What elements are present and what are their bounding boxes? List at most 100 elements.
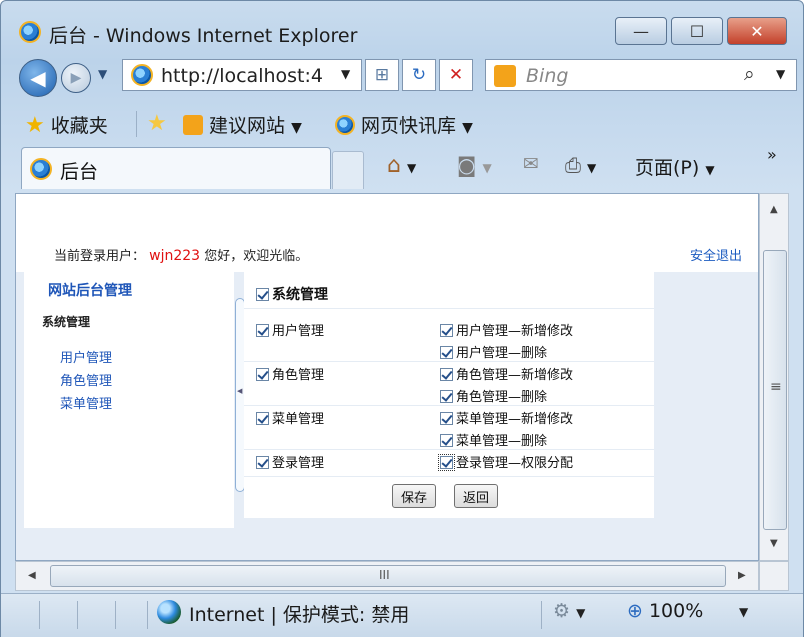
web-slice-label: 网页快讯库 <box>361 115 457 137</box>
search-options-dropdown[interactable]: ▼ <box>776 67 785 81</box>
permission-label-login-assign: 登录管理—权限分配 <box>456 456 574 471</box>
favorites-label: 收藏夹 <box>50 115 108 137</box>
window-title: 后台 - Windows Internet Explorer <box>49 25 358 47</box>
checkbox-role-management[interactable] <box>256 368 269 381</box>
close-button[interactable]: ✕ <box>727 17 787 45</box>
status-divider <box>77 601 78 629</box>
permission-login-assign[interactable]: 登录管理—权限分配 <box>438 452 574 471</box>
permission-group-login[interactable]: 登录管理 <box>256 452 324 471</box>
checkbox-root[interactable] <box>256 288 269 301</box>
row-divider <box>244 449 654 450</box>
scroll-right-icon[interactable]: ▶ <box>738 570 746 581</box>
address-dropdown-icon[interactable]: ▼ <box>341 67 350 81</box>
security-zone-status[interactable]: Internet | 保护模式: 禁用 <box>189 600 409 627</box>
rss-feed-icon: ◙ <box>457 153 477 177</box>
browser-window: 后台 - Windows Internet Explorer — ☐ ✕ ◀ ▶… <box>0 0 804 637</box>
checkbox-role-delete[interactable] <box>440 390 453 403</box>
checkbox-user-delete[interactable] <box>440 346 453 359</box>
back-button[interactable]: ◀ <box>19 59 57 97</box>
status-divider <box>115 601 116 629</box>
page-menu-button[interactable]: 页面(P) ▼ <box>635 153 715 180</box>
feeds-button[interactable]: ◙ ▼ <box>457 153 492 177</box>
group-label-user: 用户管理 <box>272 324 325 339</box>
search-input[interactable]: Bing <box>526 65 568 87</box>
recent-pages-dropdown[interactable]: ▼ <box>98 67 107 81</box>
zoom-dropdown-icon[interactable]: ▼ <box>739 605 748 619</box>
permission-user-edit[interactable]: 用户管理—新增修改 <box>440 320 573 339</box>
left-menu-panel: 网站后台管理 系统管理 用户管理 角色管理 菜单管理 <box>24 272 234 528</box>
permission-menu-delete[interactable]: 菜单管理—删除 <box>440 430 547 449</box>
security-status-button[interactable]: ⚙ ▼ <box>553 600 585 622</box>
checkbox-menu-management[interactable] <box>256 412 269 425</box>
group-label-login: 登录管理 <box>272 456 325 471</box>
status-divider <box>541 601 542 629</box>
permission-role-edit[interactable]: 角色管理—新增修改 <box>440 364 573 383</box>
permission-role-delete[interactable]: 角色管理—删除 <box>440 386 547 405</box>
permission-label-user-delete: 用户管理—删除 <box>456 346 548 361</box>
print-button[interactable]: ⎙ ▼ <box>565 153 596 177</box>
forward-button[interactable]: ▶ <box>61 63 91 93</box>
refresh-button[interactable]: ↻ <box>402 59 436 91</box>
printer-icon: ⎙ <box>565 153 581 177</box>
address-input[interactable]: http://localhost:4 <box>161 65 323 87</box>
group-label-role: 角色管理 <box>272 368 325 383</box>
internet-zone-globe-icon <box>157 600 181 624</box>
horizontal-scroll-thumb[interactable]: III <box>50 565 726 587</box>
permission-group-role[interactable]: 角色管理 <box>256 364 324 383</box>
checkbox-menu-edit[interactable] <box>440 412 453 425</box>
scroll-left-icon[interactable]: ◀ <box>28 570 36 581</box>
suggested-sites-button[interactable]: 建议网站 ▼ <box>183 111 302 138</box>
zoom-level-button[interactable]: ⊕ 100% <box>627 600 703 622</box>
permission-group-user[interactable]: 用户管理 <box>256 320 324 339</box>
web-slice-dropdown-icon: ▼ <box>462 120 473 136</box>
security-dropdown-icon: ▼ <box>576 606 586 620</box>
back-button-page[interactable]: 返回 <box>454 484 499 508</box>
home-button[interactable]: ⌂ ▼ <box>387 153 416 178</box>
login-status: 当前登录用户： wjn223 您好，欢迎光临。 <box>54 245 308 264</box>
stop-button[interactable]: ✕ <box>439 59 473 91</box>
vertical-scrollbar[interactable]: ▲ ≡ ▼ <box>759 193 789 561</box>
add-favorite-button[interactable]: ★ <box>147 111 167 136</box>
search-icon[interactable]: ⌕ <box>744 63 755 85</box>
menu-link-user-management[interactable]: 用户管理 <box>60 347 112 366</box>
row-divider <box>244 405 654 406</box>
checkbox-login-assign[interactable] <box>438 454 455 471</box>
search-box[interactable]: Bing ⌕ ▼ <box>485 59 797 91</box>
save-button[interactable]: 保存 <box>392 484 437 508</box>
permission-menu-edit[interactable]: 菜单管理—新增修改 <box>440 408 573 427</box>
read-mail-button[interactable]: ✉ <box>523 153 539 175</box>
minimize-button[interactable]: — <box>615 17 667 45</box>
permission-label-user-edit: 用户管理—新增修改 <box>456 324 574 339</box>
forward-arrow-icon: ▶ <box>70 70 82 86</box>
checkbox-user-management[interactable] <box>256 324 269 337</box>
web-slice-gallery-button[interactable]: 网页快讯库 ▼ <box>335 111 473 138</box>
scroll-up-icon[interactable]: ▲ <box>770 204 778 215</box>
checkbox-user-edit[interactable] <box>440 324 453 337</box>
home-icon: ⌂ <box>387 153 401 178</box>
new-tab-button[interactable] <box>332 151 364 189</box>
permission-group-menu[interactable]: 菜单管理 <box>256 408 324 427</box>
vertical-scroll-thumb[interactable]: ≡ <box>763 250 787 530</box>
tab-current[interactable]: 后台 <box>21 147 331 189</box>
feeds-dropdown-icon: ▼ <box>482 161 492 175</box>
horizontal-scrollbar[interactable]: ◀ III ▶ <box>15 561 759 591</box>
more-commands-button[interactable]: » <box>767 145 777 164</box>
row-divider <box>244 308 654 309</box>
logout-link[interactable]: 安全退出 <box>690 245 742 264</box>
address-bar[interactable]: http://localhost:4 ▼ <box>122 59 362 91</box>
permission-user-delete[interactable]: 用户管理—删除 <box>440 342 547 361</box>
checkbox-role-edit[interactable] <box>440 368 453 381</box>
checkbox-login-management[interactable] <box>256 456 269 469</box>
checkbox-menu-delete[interactable] <box>440 434 453 447</box>
root-permission[interactable]: 系统管理 <box>256 284 328 304</box>
suggested-sites-icon <box>183 115 203 135</box>
compatibility-button[interactable]: ⊞ <box>365 59 399 91</box>
menu-link-menu-management[interactable]: 菜单管理 <box>60 393 112 412</box>
scroll-down-icon[interactable]: ▼ <box>770 538 778 549</box>
favorites-button[interactable]: ★ 收藏夹 <box>25 111 108 138</box>
row-divider <box>244 361 654 362</box>
add-to-favorites-icon: ★ <box>147 111 167 136</box>
maximize-button[interactable]: ☐ <box>671 17 723 45</box>
menu-link-role-management[interactable]: 角色管理 <box>60 370 112 389</box>
permission-label-menu-edit: 菜单管理—新增修改 <box>456 412 574 427</box>
